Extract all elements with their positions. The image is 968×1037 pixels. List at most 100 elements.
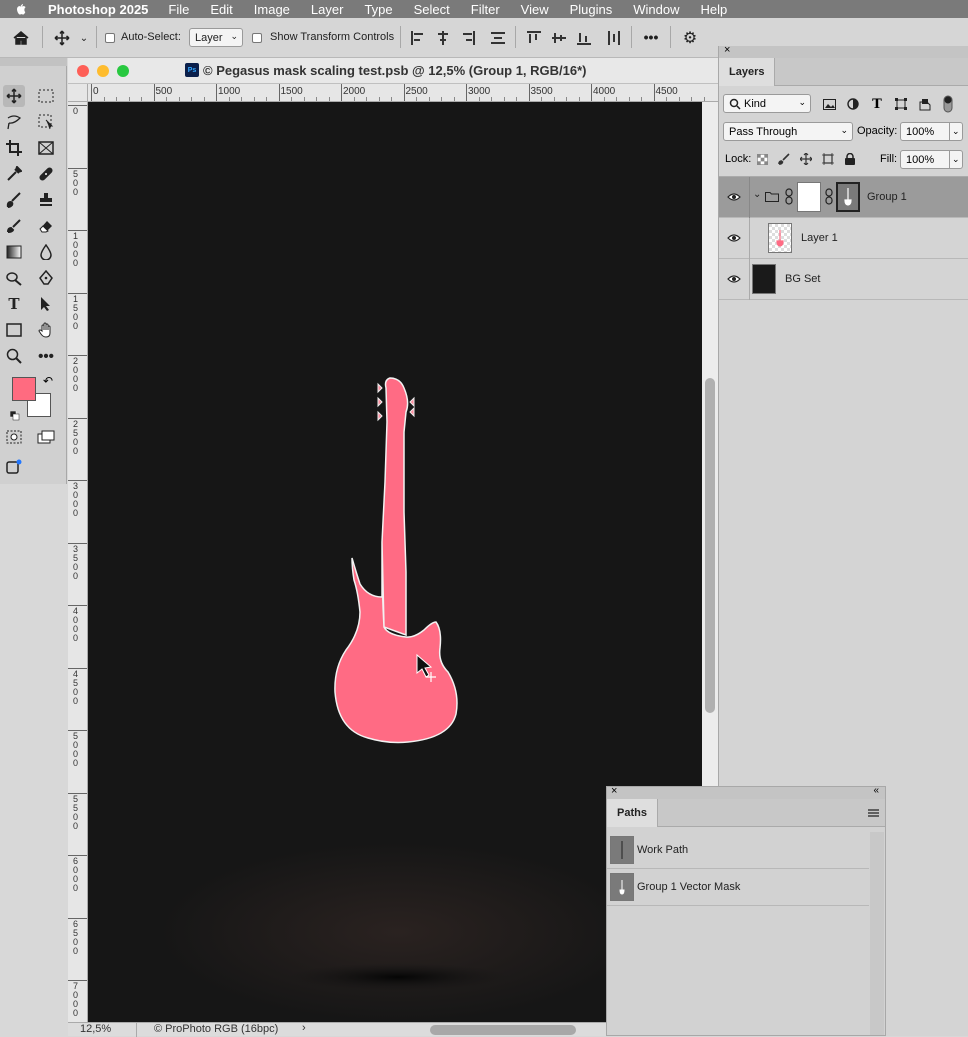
visibility-eye-icon[interactable] [727, 273, 741, 285]
dodge-tool-icon[interactable] [3, 267, 25, 289]
panel-grip[interactable]: × [719, 44, 968, 58]
filter-shape-icon[interactable] [893, 96, 909, 112]
tab-layers[interactable]: Layers [719, 58, 776, 86]
distribute-horizontal-icon[interactable] [604, 28, 624, 48]
layer-thumbnail[interactable] [752, 264, 776, 294]
align-right-icon[interactable] [458, 28, 478, 48]
filter-adjustment-icon[interactable] [845, 96, 861, 112]
path-row-group-1-vector-mask[interactable]: Group 1 Vector Mask [607, 869, 869, 906]
zoom-window-button[interactable] [117, 65, 129, 77]
path-row-work-path[interactable]: Work Path [607, 832, 869, 869]
minimize-window-button[interactable] [97, 65, 109, 77]
close-icon[interactable]: × [724, 44, 730, 56]
brush-tool-icon[interactable] [3, 189, 25, 211]
vertical-scroll-thumb[interactable] [705, 378, 715, 713]
gradient-tool-icon[interactable] [3, 241, 25, 263]
layer-row-bg-set[interactable]: BG Set [719, 259, 968, 300]
lock-image-pixels-icon[interactable] [777, 152, 791, 166]
pen-tool-icon[interactable] [35, 267, 57, 289]
path-selection-tool-icon[interactable] [35, 293, 57, 315]
auto-select-target-dropdown[interactable]: Layer ⌄ [189, 28, 243, 47]
eraser-tool-icon[interactable] [35, 215, 57, 237]
swap-colors-icon[interactable]: ↶ [43, 374, 53, 388]
layer-name[interactable]: Layer 1 [801, 232, 838, 244]
rectangle-tool-icon[interactable] [3, 319, 25, 341]
history-brush-tool-icon[interactable] [3, 215, 25, 237]
menu-image[interactable]: Image [254, 2, 290, 17]
collapse-panel-icon[interactable]: « [873, 785, 879, 796]
layer-thumbnail[interactable] [768, 223, 792, 253]
menu-window[interactable]: Window [633, 2, 679, 17]
horizontal-ruler[interactable]: 0 500 1000 1500 2000 2500 3000 3500 4000 4500 [88, 84, 718, 102]
healing-brush-tool-icon[interactable] [35, 163, 57, 185]
lock-position-icon[interactable] [799, 152, 813, 166]
visibility-eye-icon[interactable] [727, 232, 741, 244]
vertical-ruler[interactable]: 0 5 0 0 1 0 0 0 1 5 0 0 2 0 0 0 2 5 0 0 3 0 0 … [68, 102, 88, 1022]
marquee-tool-icon[interactable] [35, 85, 57, 107]
menu-file[interactable]: File [168, 2, 189, 17]
blend-mode-dropdown[interactable]: Pass Through ⌄ [723, 122, 853, 141]
frame-tool-icon[interactable] [35, 137, 57, 159]
paths-scrollbar[interactable] [870, 832, 884, 1035]
close-window-button[interactable] [77, 65, 89, 77]
menu-type[interactable]: Type [364, 2, 392, 17]
lock-artboard-icon[interactable] [821, 152, 835, 166]
menu-filter[interactable]: Filter [471, 2, 500, 17]
fill-slider-toggle[interactable]: ⌄ [949, 150, 963, 169]
align-horizontal-center-icon[interactable] [433, 28, 453, 48]
lasso-tool-icon[interactable] [3, 111, 25, 133]
more-options-icon[interactable]: ••• [640, 27, 662, 47]
fill-input[interactable]: 100% [900, 150, 950, 169]
lock-all-icon[interactable] [843, 152, 857, 166]
menu-edit[interactable]: Edit [210, 2, 232, 17]
filter-toggle-icon[interactable] [941, 94, 955, 114]
apple-icon[interactable] [14, 2, 28, 16]
auto-select-checkbox[interactable] [104, 31, 116, 45]
screen-mode-icon[interactable] [35, 426, 57, 448]
lock-transparent-pixels-icon[interactable] [755, 152, 769, 166]
panel-grip[interactable]: × « [607, 785, 885, 799]
tab-paths[interactable]: Paths [607, 799, 658, 827]
panel-menu-icon[interactable] [868, 809, 879, 817]
filter-smart-object-icon[interactable] [917, 96, 933, 112]
layer-row-group-1[interactable]: ⌄ Group 1 [719, 177, 968, 218]
foreground-color-swatch[interactable] [12, 377, 36, 401]
menu-layer[interactable]: Layer [311, 2, 344, 17]
menu-view[interactable]: View [521, 2, 549, 17]
move-tool-icon[interactable] [3, 85, 25, 107]
filter-kind-dropdown[interactable]: Kind ⌄ [723, 94, 811, 113]
distribute-vertical-icon[interactable] [488, 28, 508, 48]
filter-type-icon[interactable]: T [869, 96, 885, 112]
opacity-slider-toggle[interactable]: ⌄ [949, 122, 963, 141]
align-top-icon[interactable] [524, 28, 544, 48]
link-icon[interactable] [785, 188, 793, 206]
menu-help[interactable]: Help [701, 2, 728, 17]
layer-name[interactable]: BG Set [785, 273, 820, 285]
align-bottom-icon[interactable] [574, 28, 594, 48]
status-menu-arrow-icon[interactable]: › [302, 1022, 306, 1034]
type-tool-icon[interactable]: T [3, 293, 25, 315]
zoom-level[interactable]: 12,5% [80, 1023, 111, 1035]
eyedropper-tool-icon[interactable] [3, 163, 25, 185]
close-icon[interactable]: × [611, 785, 617, 797]
default-colors-icon[interactable] [9, 408, 20, 421]
path-name[interactable]: Group 1 Vector Mask [637, 881, 740, 893]
crop-tool-icon[interactable] [3, 137, 25, 159]
link-icon[interactable] [825, 188, 833, 206]
chevron-down-icon[interactable]: ⌄ [753, 189, 761, 200]
home-icon[interactable] [10, 27, 32, 49]
menu-plugins[interactable]: Plugins [570, 2, 613, 17]
menu-select[interactable]: Select [414, 2, 450, 17]
path-name[interactable]: Work Path [637, 844, 688, 856]
quick-mask-icon[interactable] [3, 426, 25, 448]
layer-name[interactable]: Group 1 [867, 191, 907, 203]
toolbar-grip[interactable] [0, 58, 67, 66]
align-left-icon[interactable] [408, 28, 428, 48]
opacity-input[interactable]: 100% [900, 122, 950, 141]
object-selection-tool-icon[interactable] [35, 111, 57, 133]
horizontal-scroll-thumb[interactable] [430, 1025, 576, 1035]
show-transform-checkbox[interactable] [251, 31, 263, 45]
layer-row-layer-1[interactable]: Layer 1 [719, 218, 968, 259]
chevron-down-icon[interactable]: ⌄ [78, 31, 90, 45]
align-vertical-center-icon[interactable] [549, 28, 569, 48]
